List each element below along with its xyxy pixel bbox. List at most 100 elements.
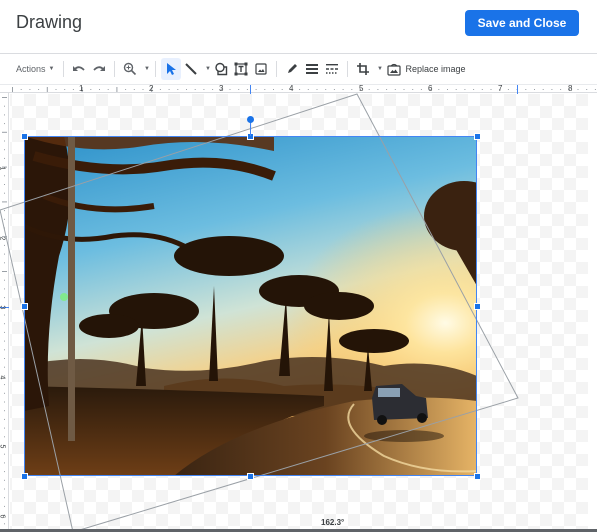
line-weight-icon [306, 64, 319, 74]
resize-handle-bottom-left[interactable] [21, 473, 28, 480]
text-box-button[interactable] [231, 58, 251, 80]
ruler-label: 3 [0, 306, 5, 310]
ruler-tick [4, 401, 5, 403]
ruler-tick [168, 89, 170, 90]
ruler-label: 1 [0, 167, 5, 171]
zoom-dropdown[interactable]: ▼ [140, 58, 150, 80]
ruler-tick [594, 89, 596, 90]
resize-handle-top-left[interactable] [21, 133, 28, 140]
resize-handle-bottom-right[interactable] [474, 473, 481, 480]
ruler-tick [325, 89, 327, 90]
ruler-tick [4, 349, 5, 351]
ruler-tick [2, 201, 7, 203]
toolbar-divider [114, 61, 116, 77]
ruler-tick [507, 89, 509, 90]
ruler-tick [159, 89, 161, 90]
dialog-header: Drawing Save and Close [0, 0, 597, 54]
ruler-tick [333, 89, 335, 90]
ruler-tick [46, 87, 48, 92]
crop-icon [357, 63, 370, 75]
resize-handle-left[interactable] [21, 303, 28, 310]
zoom-button[interactable] [120, 58, 140, 80]
ruler-tick [577, 89, 579, 90]
dialog-title: Drawing [16, 12, 83, 32]
ruler-tick [273, 89, 274, 90]
caret-down-icon: ▼ [48, 66, 55, 72]
ruler-tick [4, 366, 5, 368]
ruler-tick [4, 297, 5, 299]
ruler-tick [4, 192, 5, 194]
replace-image-button[interactable]: Replace image [387, 58, 466, 80]
ruler-tick [394, 89, 396, 90]
ruler-tick [4, 140, 5, 142]
ruler-tick [238, 89, 240, 90]
ruler-label: 2 [0, 237, 5, 241]
ruler-label: 8 [568, 84, 573, 93]
save-and-close-button[interactable]: Save and Close [465, 10, 579, 36]
ruler-tick [4, 340, 5, 342]
replace-image-icon [387, 63, 402, 76]
ruler-tick [4, 505, 5, 507]
ruler-tick [246, 89, 248, 90]
ruler-label: 5 [0, 445, 5, 449]
ruler-tick [99, 89, 100, 90]
redo-button[interactable] [89, 58, 109, 80]
ruler-tick [4, 262, 5, 264]
ruler-tick [194, 89, 196, 90]
image-button[interactable] [251, 58, 271, 80]
crop-dropdown[interactable]: ▼ [373, 58, 383, 80]
crop-button[interactable] [353, 58, 373, 80]
ruler-tick [186, 89, 187, 90]
resize-handle-top-right[interactable] [474, 133, 481, 140]
vertical-ruler: 1 2 3 4 5 6 [0, 93, 9, 532]
ruler-tick [420, 89, 422, 90]
rotation-handle[interactable] [247, 116, 254, 123]
sunset-photo [24, 136, 477, 476]
ruler-tick [64, 89, 66, 90]
pen-button[interactable] [282, 58, 302, 80]
line-dash-button[interactable] [322, 58, 342, 80]
ruler-tick [4, 149, 5, 151]
ruler-tick [4, 114, 5, 116]
selected-image[interactable] [24, 136, 477, 476]
caret-down-icon: ▼ [143, 66, 150, 72]
shape-tool-button[interactable] [211, 58, 231, 80]
ruler-tick [90, 89, 92, 90]
ruler-tick [307, 89, 309, 90]
ruler-tick [116, 87, 118, 92]
ruler-tick [2, 131, 7, 133]
select-tool-button[interactable] [161, 58, 182, 80]
ruler-tick [447, 89, 448, 90]
horizontal-ruler-ticks [12, 85, 596, 94]
ruler-tick [125, 89, 127, 90]
ruler-tick [438, 89, 440, 90]
ruler-tick [455, 89, 457, 90]
ruler-tick [4, 358, 5, 359]
ruler-tick [4, 218, 5, 220]
ruler-marker-left [250, 85, 251, 94]
ruler-tick [377, 89, 379, 90]
actions-menu-button[interactable]: Actions ▼ [14, 58, 58, 80]
ruler-tick [586, 89, 588, 90]
ruler-tick [299, 89, 301, 90]
line-tool-button[interactable] [181, 58, 201, 80]
line-dropdown[interactable]: ▼ [201, 58, 211, 80]
resize-handle-right[interactable] [474, 303, 481, 310]
undo-button[interactable] [69, 58, 89, 80]
ruler-tick [481, 89, 483, 90]
ruler-label: 2 [149, 84, 154, 93]
ruler-tick [4, 488, 5, 490]
ruler-tick [4, 105, 5, 107]
ruler-tick [4, 436, 5, 438]
resize-handle-bottom[interactable] [247, 473, 254, 480]
ruler-tick [525, 89, 527, 90]
ruler-tick [4, 497, 5, 499]
zoom-icon [124, 62, 137, 76]
ruler-label: 7 [498, 84, 503, 93]
toolbar-divider [347, 61, 349, 77]
replace-image-label: Replace image [405, 64, 466, 74]
toolbar-divider [155, 61, 157, 77]
ruler-tick [4, 392, 5, 394]
line-weight-button[interactable] [302, 58, 322, 80]
toolbar-divider [63, 61, 65, 77]
